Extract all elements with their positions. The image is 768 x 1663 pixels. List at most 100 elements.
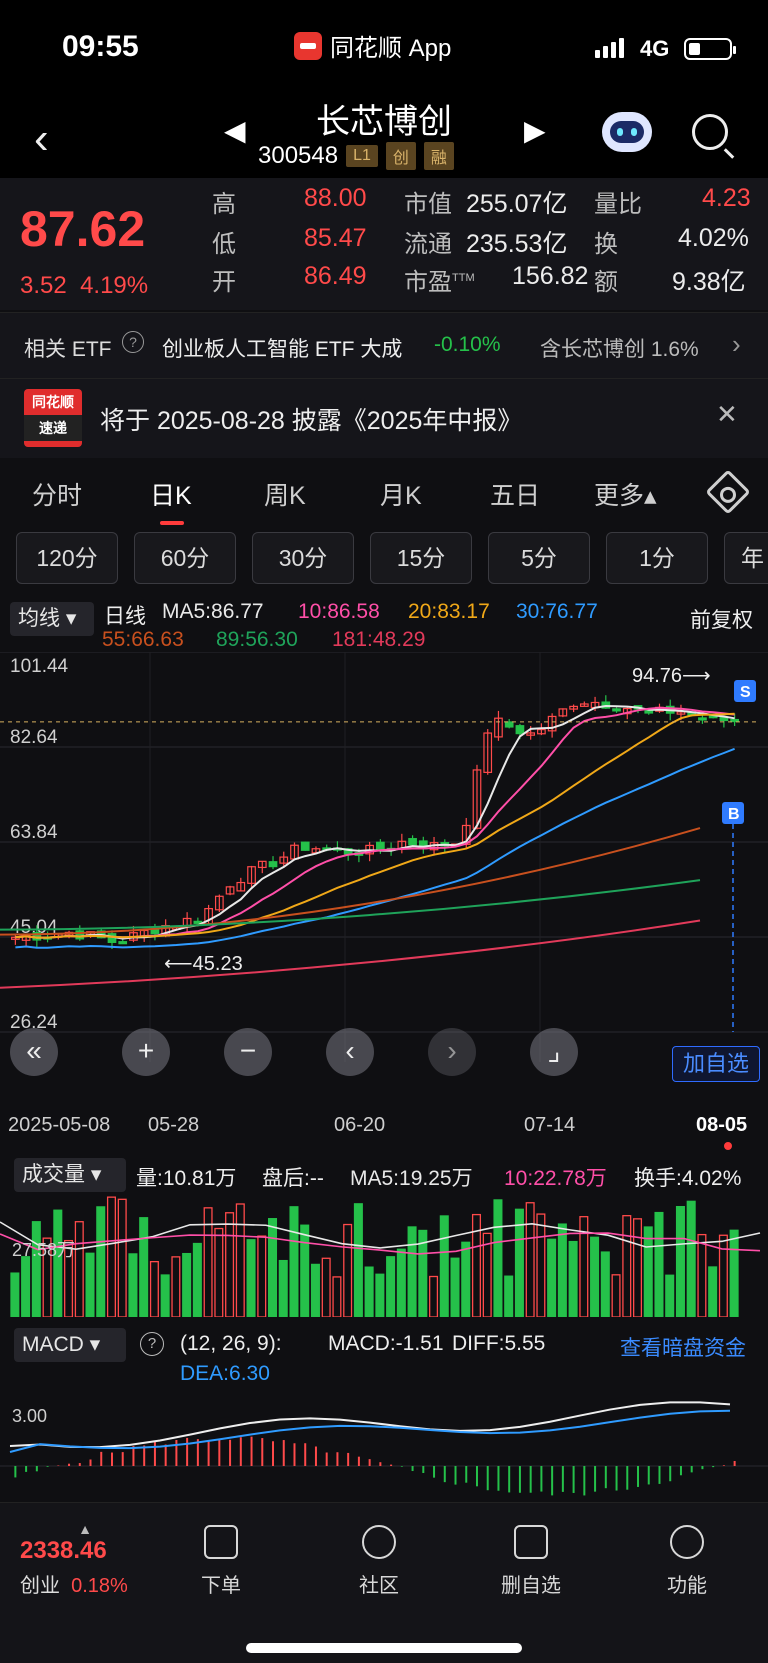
volume-bar (171, 1256, 181, 1317)
etf-label: 相关 ETF (24, 338, 112, 361)
volume-bar (632, 1218, 643, 1317)
y-tick-label: 101.44 (10, 656, 69, 677)
x-tick: 08-05 (696, 1114, 748, 1136)
interval-selector: 120分 60分 30分 15分 5分 1分 年 (0, 532, 768, 588)
signal-icon (595, 38, 624, 58)
x-axis: 2025-05-08 05-28 06-20 07-14 08-05 (0, 1110, 768, 1150)
diff-line (9, 1401, 731, 1449)
related-etf-row[interactable]: 相关 ETF ? 创业板人工智能 ETF 大成 -0.10% 含长芯博创 1.6… (0, 312, 768, 378)
interval-5m[interactable]: 5分 (488, 532, 590, 584)
index-widget[interactable]: ▲ 2338.46 创业 0.18% (20, 1521, 150, 1598)
candle (118, 941, 128, 945)
scroll-left-icon[interactable]: ‹ (326, 1028, 374, 1076)
next-stock-button[interactable]: ▶ (524, 114, 546, 147)
volume-bar (96, 1206, 106, 1317)
volume-bar (375, 1273, 385, 1317)
volume-bar (160, 1274, 170, 1317)
macd-panel[interactable]: MACD ▾ ? (12, 26, 9): MACD:-1.51 DIFF:5.… (0, 1322, 768, 1502)
interval-1m[interactable]: 1分 (606, 532, 708, 584)
volume-bar (128, 1253, 138, 1317)
interval-60m[interactable]: 60分 (134, 532, 236, 584)
ma-selector[interactable]: 均线 ▾ (10, 602, 94, 636)
assistant-robot-icon[interactable] (602, 112, 652, 152)
macd-selector[interactable]: MACD ▾ (14, 1328, 126, 1362)
etf-change: -0.10% (434, 333, 501, 356)
turnover-value: 4.02% (678, 224, 749, 252)
stock-header: ‹ ◀ 长芯博创 ▶ 300548 L1 创 融 (0, 92, 768, 178)
x-tick: 05-28 (148, 1114, 200, 1136)
close-icon[interactable]: ✕ (716, 399, 738, 430)
tab-intraday[interactable]: 分时 (32, 476, 82, 512)
settings-icon[interactable] (705, 469, 751, 515)
float-label: 流通 (404, 231, 452, 258)
vol-turnover: 换手:4.02% (634, 1167, 742, 1190)
volume-panel[interactable]: 成交量 ▾ 量:10.81万 盘后:-- MA5:19.25万 10:22.78… (0, 1152, 768, 1317)
community-icon (362, 1525, 396, 1559)
nav-functions[interactable]: 功能 (632, 1525, 742, 1598)
float-value: 235.53亿 (466, 230, 568, 258)
app-indicator[interactable]: 同花顺 App (294, 28, 451, 63)
nav-order[interactable]: 下单 (166, 1525, 276, 1598)
volume-bar (74, 1221, 84, 1317)
collapse-left-icon[interactable]: « (10, 1028, 58, 1076)
notice-text: 将于 2025-08-28 披露《2025年中报》 (100, 407, 523, 435)
index-name: 创业 (20, 1575, 60, 1597)
volume-bar (429, 1275, 439, 1317)
tab-monthly-k[interactable]: 月K (380, 476, 422, 512)
notice-banner[interactable]: 同花顺 速递 将于 2025-08-28 披露《2025年中报》 ✕ (0, 378, 768, 458)
tab-five-day[interactable]: 五日 (490, 476, 540, 512)
fullscreen-icon[interactable]: ⌟ (530, 1028, 578, 1076)
search-icon[interactable] (692, 114, 728, 150)
tab-weekly-k[interactable]: 周K (264, 476, 306, 512)
add-watchlist-button[interactable]: 加自选 (672, 1046, 760, 1082)
dark-pool-link[interactable]: 查看暗盘资金 (620, 1332, 746, 1362)
interval-year[interactable]: 年 (724, 532, 768, 584)
x-tick: 07-14 (524, 1114, 576, 1136)
index-value: 2338.46 (20, 1537, 107, 1564)
mcap-value: 255.07亿 (466, 190, 568, 218)
kline-svg: 101.4482.6463.8445.0426.2494.76⟶⟵45.23SB (0, 652, 768, 1062)
adjust-mode[interactable]: 前复权 (690, 604, 753, 634)
tab-daily-k[interactable]: 日K (150, 476, 192, 512)
candle (268, 861, 278, 868)
ma181-value: 181:48.29 (332, 628, 426, 651)
buy-signal: B (728, 806, 740, 823)
interval-120m[interactable]: 120分 (16, 532, 118, 584)
zoom-in-icon[interactable]: + (122, 1028, 170, 1076)
help-icon[interactable]: ? (122, 331, 144, 353)
nav-community[interactable]: 社区 (324, 1525, 434, 1598)
volume-bar (53, 1209, 63, 1317)
volume-bar (386, 1256, 396, 1317)
stock-name: 长芯博创 (316, 103, 452, 141)
dea-value: DEA:6.30 (180, 1362, 270, 1385)
scroll-right-icon[interactable]: › (428, 1028, 476, 1076)
high-label: 高 (212, 191, 236, 218)
volume-bar (353, 1203, 363, 1317)
macd-params: (12, 26, 9): (180, 1332, 282, 1355)
tab-more[interactable]: 更多▴ (594, 476, 657, 512)
etf-holding: 含长芯博创 1.6% (540, 338, 699, 361)
volume-bar (310, 1263, 320, 1317)
zoom-out-icon[interactable]: − (224, 1028, 272, 1076)
volume-value: 量:10.81万 (136, 1167, 237, 1190)
turnover-label: 换 (594, 231, 618, 258)
candle (515, 725, 525, 735)
ma55-value: 55:66.63 (102, 628, 184, 651)
interval-15m[interactable]: 15分 (370, 532, 472, 584)
tag-l1: L1 (346, 145, 378, 167)
nav-remove-watchlist[interactable]: 删自选 (476, 1525, 586, 1598)
interval-30m[interactable]: 30分 (252, 532, 354, 584)
help-icon[interactable]: ? (140, 1332, 164, 1356)
volume-bar (182, 1252, 192, 1317)
x-tick: 2025-05-08 (8, 1114, 111, 1136)
kline-chart[interactable]: 101.44 82.64 63.84 45.04 26.24 94.76⟶ ⟵45.23 S B… (0, 652, 768, 1112)
ma5-value: MA5:86.77 (162, 600, 264, 623)
bottom-nav: ▲ 2338.46 创业 0.18% 下单 社区 删自选 功能 (0, 1502, 768, 1663)
amount-value: 9.38亿 (672, 268, 746, 296)
volume-bar (257, 1235, 267, 1317)
volume-selector[interactable]: 成交量 ▾ (14, 1158, 126, 1192)
network-label: 4G (640, 36, 670, 61)
app-name: 同花顺 App (330, 35, 452, 62)
ma30-value: 30:76.77 (516, 600, 598, 623)
volume-bar (504, 1275, 514, 1317)
